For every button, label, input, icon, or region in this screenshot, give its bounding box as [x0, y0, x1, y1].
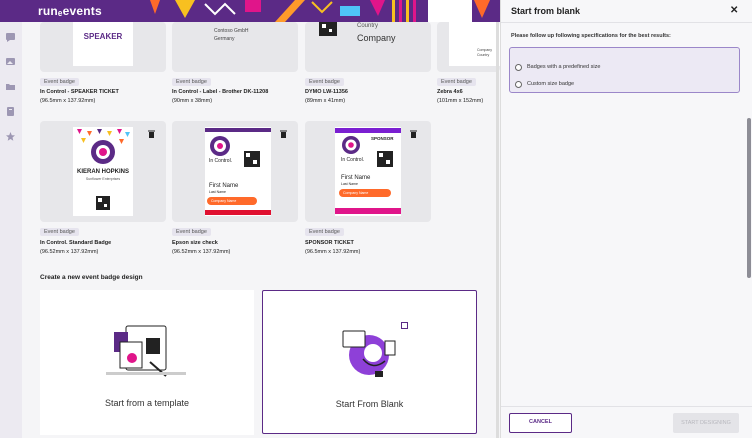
event-badge-tag: Event badge [172, 78, 211, 86]
template-card[interactable]: Country Company [305, 22, 431, 72]
template-card[interactable]: KIERAN HOPKINS Sunflower Enterprises [40, 121, 166, 222]
template-card[interactable]: Contoso GmbH Germany [172, 22, 298, 72]
start-from-blank-panel: Start from blank ✕ Please follow up foll… [500, 0, 752, 438]
blank-illustration [342, 330, 396, 377]
in-control-logo [91, 140, 115, 164]
template-name: DYMO LW-11356 [305, 89, 348, 95]
section-title: Create a new event badge design [40, 274, 143, 281]
main-scrollbar[interactable] [496, 22, 499, 438]
template-name: In Control - Label - Brother DK-11208 [172, 89, 269, 95]
star-icon[interactable] [5, 131, 16, 142]
event-badge-tag: Event badge [305, 78, 344, 86]
divider [501, 22, 752, 23]
template-name: Epson size check [172, 240, 218, 246]
template-card[interactable]: In Control. First Name Last Name Company… [172, 121, 298, 222]
event-badge-tag: Event badge [172, 228, 211, 236]
template-gallery: SPEAKER Contoso GmbH Germany Country Com… [22, 22, 500, 438]
header-decoration [150, 0, 490, 22]
close-icon[interactable]: ✕ [730, 5, 738, 16]
qr-code [377, 151, 393, 167]
qr-code [96, 196, 110, 210]
image-icon[interactable] [5, 56, 16, 67]
panel-scrollbar[interactable] [747, 118, 751, 278]
divider [501, 406, 752, 407]
start-from-blank-label: Start From Blank [335, 399, 404, 409]
qr-code [319, 22, 337, 36]
template-size: (96.5mm x 137.92mm) [40, 98, 96, 104]
template-size: (96.5mm x 137.92mm) [305, 249, 361, 255]
event-badge-tag: Event badge [40, 228, 79, 236]
template-card[interactable]: SPEAKER [40, 22, 166, 72]
template-name: In Control - SPEAKER TICKET [40, 89, 119, 95]
in-control-logo [342, 136, 360, 154]
cancel-button[interactable]: CANCEL [509, 413, 572, 433]
size-options: Badges with a predefined size Custom siz… [509, 47, 740, 93]
start-from-template-label: Start from a template [104, 398, 190, 408]
trash-icon[interactable] [148, 130, 155, 138]
qr-code [244, 151, 260, 167]
start-from-template-card[interactable]: Start from a template [40, 290, 254, 435]
template-size: (90mm x 38mm) [172, 98, 213, 104]
trash-icon[interactable] [280, 130, 287, 138]
preview-text: SPEAKER [83, 32, 123, 41]
folder-icon[interactable] [5, 81, 16, 92]
radio-button[interactable] [515, 80, 522, 88]
trash-icon[interactable] [410, 130, 417, 138]
option-predefined-size[interactable]: Badges with a predefined size [515, 62, 600, 72]
template-illustration [106, 325, 186, 377]
chat-icon[interactable] [5, 32, 16, 43]
start-designing-button[interactable]: START DESIGNING [673, 413, 739, 433]
template-size: (96.52mm x 137.92mm) [40, 249, 99, 255]
template-name: SPONSOR TICKET [305, 240, 354, 246]
radio-button[interactable] [515, 63, 522, 71]
template-size: (96.52mm x 137.92mm) [172, 249, 231, 255]
option-custom-size[interactable]: Custom size badge [515, 79, 574, 89]
app-header: runₑevents [0, 0, 500, 22]
event-badge-tag: Event badge [305, 228, 344, 236]
template-card[interactable]: SPONSOR In Control. First Name Last Name… [305, 121, 431, 222]
template-name: In Control. Standard Badge [40, 240, 112, 246]
start-from-blank-card[interactable]: Start From Blank [262, 290, 477, 434]
left-rail [0, 22, 22, 438]
panel-instruction: Please follow up following specification… [511, 33, 671, 39]
event-badge-tag: Event badge [437, 78, 476, 86]
panel-title: Start from blank [511, 6, 581, 16]
event-badge-tag: Event badge [40, 78, 79, 86]
template-name: Zebra 4x6 [437, 89, 463, 95]
template-size: (89mm x 41mm) [305, 98, 346, 104]
template-card[interactable]: Company Country [437, 22, 500, 72]
template-size: (101mm x 152mm) [437, 98, 484, 104]
in-control-logo [210, 136, 230, 156]
badge-icon[interactable] [5, 106, 16, 117]
